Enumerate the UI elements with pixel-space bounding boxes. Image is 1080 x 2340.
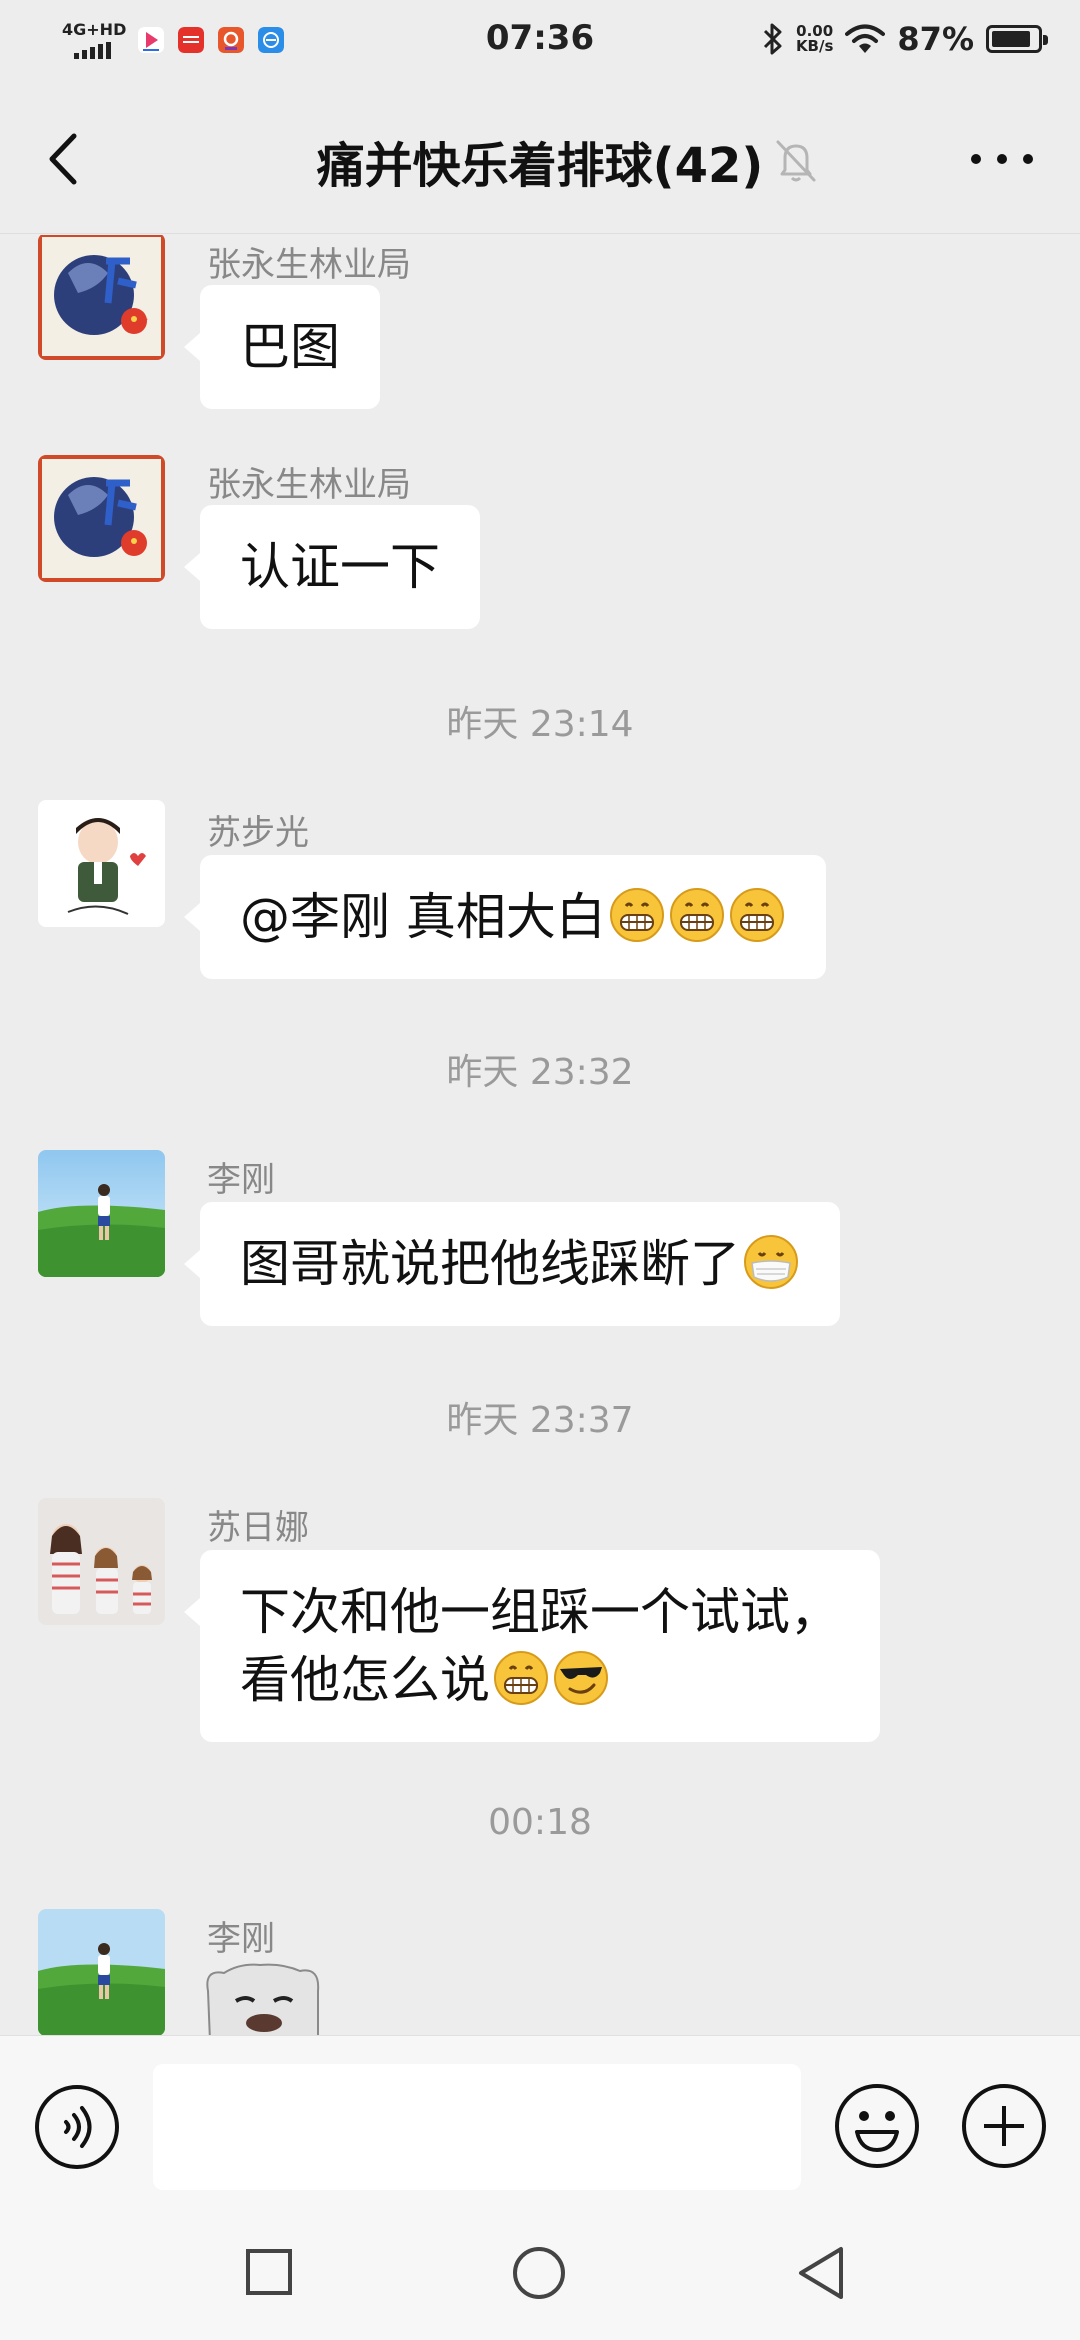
home-button[interactable] <box>511 2245 567 2301</box>
grin-emoji-icon <box>494 1651 548 1705</box>
message-text-line: 看他怎么说 <box>240 1651 490 1709</box>
network-speed: 0.00 KB/s <box>795 22 834 55</box>
avatar[interactable] <box>38 800 165 927</box>
more-functions-button[interactable] <box>960 2082 1048 2170</box>
recents-button[interactable] <box>245 2248 293 2296</box>
emoji-button[interactable] <box>833 2082 921 2170</box>
sunglasses-emoji-icon <box>554 1651 608 1705</box>
status-bar: 4G+HD 07:36 0.00 KB/s 87% <box>0 0 1080 84</box>
avatar[interactable] <box>38 1498 165 1625</box>
grin-emoji-icon <box>609 888 664 942</box>
message-bubble[interactable]: 图哥就说把他线踩断了 <box>184 1202 840 1326</box>
grin-emoji-icon <box>729 888 784 942</box>
message-input[interactable] <box>153 2064 801 2190</box>
timestamp: 昨天 23:37 <box>446 1400 634 1441</box>
message-list[interactable]: 张永生林业局 巴图 张永生林业局 认证一下 昨天 23:14 苏步光 @李刚 真… <box>0 235 1080 2035</box>
message-text: 图哥就说把他线踩断了 <box>240 1235 740 1293</box>
message-bubble[interactable]: 认证一下 <box>184 505 480 629</box>
mute-bell-icon <box>776 140 816 182</box>
message-text: @李刚 真相大白 <box>240 888 606 946</box>
timestamp: 昨天 23:14 <box>446 704 634 745</box>
sender-name: 张永生林业局 <box>207 245 411 285</box>
avatar[interactable] <box>38 455 165 582</box>
battery-percent: 87% <box>897 20 974 58</box>
avatar[interactable] <box>38 1909 165 2035</box>
system-back-button[interactable] <box>793 2243 849 2303</box>
bluetooth-icon <box>763 23 782 55</box>
message-text: 巴图 <box>240 318 340 376</box>
message-bubble[interactable]: 下次和他一组踩一个试试， 看他怎么说 <box>184 1550 880 1742</box>
system-navigation-bar <box>0 2205 1080 2340</box>
voice-input-button[interactable] <box>34 2084 120 2170</box>
grin-emoji-icon <box>669 888 724 942</box>
message-bubble[interactable]: 巴图 <box>184 285 380 409</box>
timestamp: 00:18 <box>488 1802 592 1843</box>
input-bar <box>0 2035 1080 2205</box>
chat-header: 痛并快乐着排球(42) <box>0 84 1080 234</box>
status-right: 0.00 KB/s 87% <box>762 20 1048 58</box>
sender-name: 苏日娜 <box>207 1508 309 1548</box>
message-text-line: 下次和他一组踩一个试试， <box>240 1583 840 1641</box>
chat-screen: 4G+HD 07:36 0.00 KB/s 87% 痛并快乐着排球(42) 张永… <box>0 0 1080 2340</box>
sender-name: 李刚 <box>207 1160 275 1200</box>
chat-title: 痛并快乐着排球(42) <box>316 138 764 194</box>
sticker-image[interactable] <box>200 1961 330 2035</box>
wifi-icon <box>845 24 886 53</box>
battery-icon <box>986 25 1048 53</box>
sender-name: 李刚 <box>207 1919 275 1959</box>
timestamp: 昨天 23:32 <box>446 1052 634 1093</box>
sender-name: 张永生林业局 <box>207 465 411 505</box>
avatar[interactable] <box>38 235 165 360</box>
more-options-button[interactable] <box>962 132 1042 186</box>
mask-emoji-icon <box>744 1235 798 1289</box>
message-bubble[interactable]: @李刚 真相大白 <box>184 855 826 979</box>
avatar[interactable] <box>38 1150 165 1277</box>
message-text: 认证一下 <box>240 538 440 596</box>
sender-name: 苏步光 <box>207 813 309 853</box>
